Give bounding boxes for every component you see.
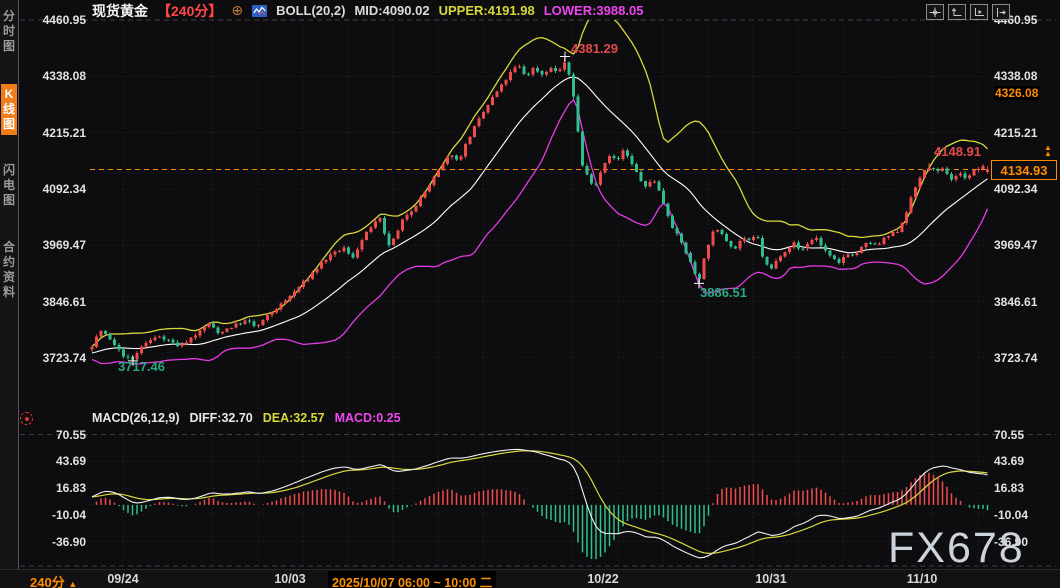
- sidebar-tab-timeline[interactable]: 分时图: [1, 6, 17, 57]
- macd-tick-label: 43.69: [994, 454, 1024, 468]
- sidebar-tab-lightning[interactable]: 闪电图: [1, 160, 17, 211]
- axis-play-icon: [973, 7, 985, 18]
- sidebar-tab-contract[interactable]: 合约资料: [1, 237, 17, 303]
- price-tick-label: 4092.34: [994, 182, 1037, 196]
- boll-lower-value: LOWER:3988.05: [544, 3, 644, 18]
- price-tick-label: 3723.74: [994, 351, 1037, 365]
- sidebar: 分时图 K线图 闪电图 合约资料: [0, 0, 19, 569]
- macd-tick-label: -10.04: [994, 508, 1028, 522]
- date-tick-label: 10/22: [587, 572, 618, 586]
- price-tick-label: 3969.47: [18, 238, 86, 252]
- price-tick-label: 3846.61: [18, 295, 86, 309]
- macd-macd-value: MACD:0.25: [335, 411, 401, 425]
- price-tick-label: 4215.21: [18, 126, 86, 140]
- date-tick-label: 10/31: [755, 572, 786, 586]
- macd-tick-label: 70.55: [994, 428, 1024, 442]
- candlestick-chart[interactable]: [0, 0, 1060, 588]
- boll-label: BOLL(20,2): [276, 3, 345, 18]
- macd-tick-label: 16.83: [994, 481, 1024, 495]
- selected-bar-date: 2025/10/07 06:00 ~ 10:00 二: [328, 571, 496, 588]
- price-tick-label: 4338.08: [994, 69, 1037, 83]
- axis-zoom-icon: [951, 7, 963, 18]
- crosshair-tool-button[interactable]: [926, 4, 944, 20]
- boll-mid-value: MID:4090.02: [354, 3, 429, 18]
- indicator-dot-icon[interactable]: [20, 412, 33, 425]
- macd-tick-label: -10.04: [18, 508, 86, 522]
- macd-tick-label: 43.69: [18, 454, 86, 468]
- trading-app-window: 现货黄金 【240分】 ⊕ BOLL(20,2) MID:4090.02 UPP…: [0, 0, 1060, 588]
- price-annotation: 4148.91: [934, 144, 981, 159]
- boll-upper-value: UPPER:4191.98: [439, 3, 535, 18]
- macd-dea-value: DEA:32.57: [263, 411, 325, 425]
- period-selector[interactable]: 240分 ▲: [30, 572, 77, 588]
- shift-right-icon: [995, 7, 1007, 18]
- watermark: FX678: [888, 524, 1025, 573]
- price-annotation: 3886.51: [700, 285, 747, 300]
- price-annotation: 4381.29: [571, 41, 618, 56]
- date-tick-label: 11/10: [907, 572, 938, 586]
- period-tag: 【240分】: [157, 1, 222, 21]
- x-axis-zoom-button[interactable]: [970, 4, 988, 20]
- shift-right-button[interactable]: [992, 4, 1010, 20]
- current-price-badge: 4134.93: [991, 160, 1057, 180]
- price-tick-label: 4460.95: [18, 13, 86, 27]
- date-tick-label: 10/03: [274, 572, 305, 586]
- chart-header: 现货黄金 【240分】 ⊕ BOLL(20,2) MID:4090.02 UPP…: [92, 2, 643, 19]
- price-tick-label: 3969.47: [994, 238, 1037, 252]
- macd-diff-value: DIFF:32.70: [190, 411, 253, 425]
- chart-toolbar: [926, 4, 1010, 20]
- price-tick-label: 3846.61: [994, 295, 1037, 309]
- kline-icon: [252, 5, 267, 17]
- price-tick-label: 3723.74: [18, 351, 86, 365]
- macd-tick-label: -36.90: [18, 535, 86, 549]
- period-arrow-icon: ▲: [68, 579, 77, 588]
- price-annotation: 3717.46: [118, 359, 165, 374]
- price-level-label: 4326.08: [994, 86, 1039, 100]
- macd-label: MACD(26,12,9): [92, 411, 180, 425]
- macd-tick-label: 16.83: [18, 481, 86, 495]
- price-tick-label: 4092.34: [18, 182, 86, 196]
- date-tick-label: 09/24: [107, 572, 138, 586]
- y-axis-zoom-button[interactable]: [948, 4, 966, 20]
- symbol-title: 现货黄金: [92, 1, 148, 21]
- crosshair-icon: [929, 7, 941, 18]
- add-indicator-icon[interactable]: ⊕: [231, 2, 243, 19]
- sidebar-tab-kline[interactable]: K线图: [1, 84, 17, 135]
- macd-header: MACD(26,12,9) DIFF:32.70 DEA:32.57 MACD:…: [92, 411, 401, 425]
- price-tick-label: 4338.08: [18, 69, 86, 83]
- price-up-arrows-icon: ▲ ▲: [1042, 145, 1054, 157]
- price-tick-label: 4215.21: [994, 126, 1037, 140]
- macd-tick-label: 70.55: [18, 428, 86, 442]
